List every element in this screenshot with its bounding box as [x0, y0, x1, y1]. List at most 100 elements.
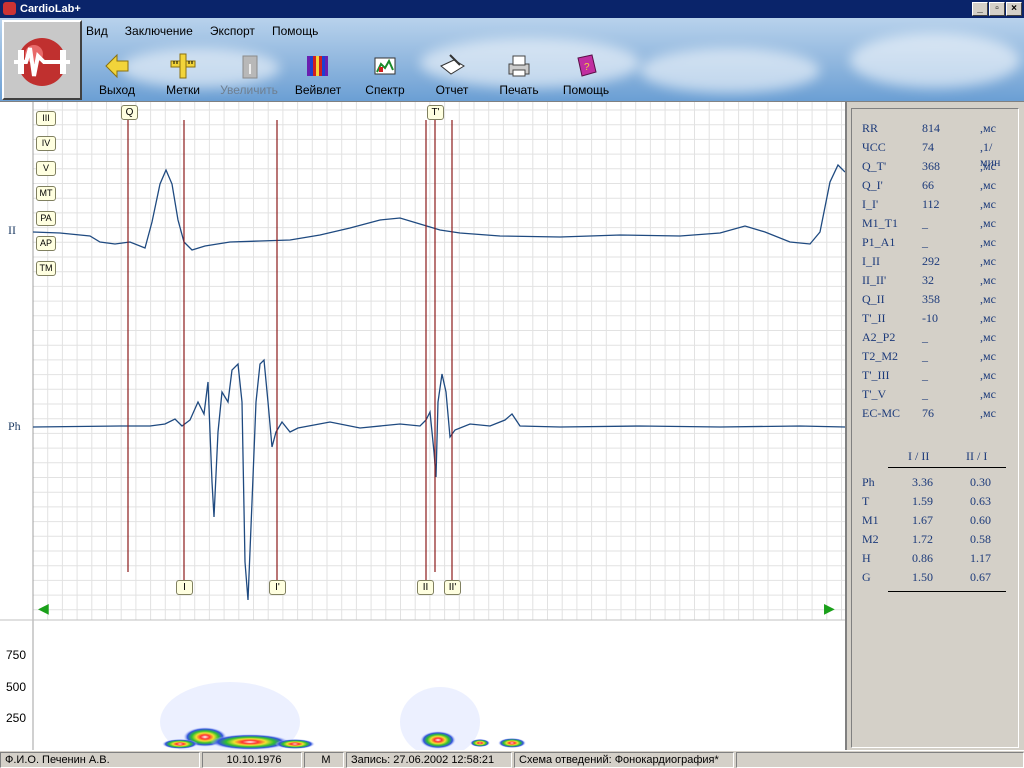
- ratio-top-rule: [888, 467, 1006, 468]
- lead-button-iii[interactable]: III: [36, 111, 56, 126]
- param-name: A2_P2: [862, 330, 896, 344]
- param-name: Q_I': [862, 178, 883, 192]
- param-name: T2_M2: [862, 349, 898, 363]
- param-value: 32: [922, 273, 934, 287]
- wavelet-label: Вейвлет: [294, 83, 342, 97]
- param-name: T'_V: [862, 387, 887, 401]
- param-name: ЧСС: [862, 140, 886, 154]
- marker-q[interactable]: Q: [121, 105, 138, 120]
- report-label: Отчет: [435, 83, 469, 97]
- print-button[interactable]: Печать: [489, 52, 549, 97]
- param-name: Q_II: [862, 292, 885, 306]
- param-unit: ,мс: [980, 406, 996, 420]
- param-value: 358: [922, 292, 940, 306]
- param-name: Q_T': [862, 159, 887, 173]
- help-button[interactable]: ? Помощь: [556, 52, 616, 97]
- phono-trace: [32, 358, 845, 601]
- marker-i-prime[interactable]: I': [269, 580, 286, 595]
- marker-i[interactable]: I: [176, 580, 193, 595]
- minimize-button[interactable]: _: [972, 2, 988, 16]
- param-value: 66: [922, 178, 934, 192]
- param-value: _: [922, 235, 928, 249]
- param-name: II_II': [862, 273, 887, 287]
- ruler-icon: [170, 53, 196, 79]
- param-unit: ,мс: [980, 121, 996, 135]
- param-name: T'_II: [862, 311, 886, 325]
- spectrum-tick-250: 250: [6, 711, 27, 725]
- spectrum-tick-750: 750: [6, 648, 27, 662]
- wavelet-button[interactable]: Вейвлет: [288, 52, 348, 97]
- magnify-icon: [242, 55, 258, 79]
- zoom-button[interactable]: Увеличить: [219, 52, 279, 97]
- help-book-icon: ?: [577, 54, 597, 77]
- status-record: Запись: 27.06.2002 12:58:21: [346, 752, 512, 768]
- menu-view[interactable]: Вид: [86, 24, 108, 38]
- param-value: 368: [922, 159, 940, 173]
- exit-label: Выход: [99, 83, 135, 97]
- param-value: _: [922, 216, 928, 230]
- plot-grid: [32, 102, 845, 620]
- lead-button-tm[interactable]: TM: [36, 261, 56, 276]
- app-icon: [3, 2, 16, 15]
- param-unit: ,мс: [980, 235, 996, 249]
- marker-t-prime[interactable]: T': [427, 105, 444, 120]
- param-unit: ,мс: [980, 330, 996, 344]
- print-label: Печать: [499, 83, 539, 97]
- param-value: _: [922, 330, 928, 344]
- marker-ii[interactable]: II: [417, 580, 434, 595]
- svg-text:?: ?: [584, 62, 590, 73]
- ratio-value-i-ii: 1.72: [912, 532, 933, 546]
- title-bar: CardioLab+ _ ▫ ×: [0, 0, 1024, 18]
- spectrum-label: Спектр: [365, 83, 405, 97]
- param-name: P1_A1: [862, 235, 896, 249]
- param-unit: ,мс: [980, 311, 996, 325]
- lead-button-v[interactable]: V: [36, 161, 56, 176]
- param-value: -10: [922, 311, 938, 325]
- report-button[interactable]: Отчет: [422, 52, 482, 97]
- ratio-name: M1: [862, 513, 879, 527]
- param-unit: ,мс: [980, 292, 996, 306]
- signal-view[interactable]: III IV V MT PA AP TM II Ph Q T' I I' II …: [0, 102, 845, 750]
- lead-label-ecg: II: [8, 223, 16, 237]
- param-value: _: [922, 387, 928, 401]
- param-unit: ,мс: [980, 159, 996, 173]
- param-unit: ,мс: [980, 349, 996, 363]
- menu-conclusion[interactable]: Заключение: [125, 24, 193, 38]
- lead-button-mt[interactable]: MT: [36, 186, 56, 201]
- param-name: T'_III: [862, 368, 890, 382]
- marks-button[interactable]: Метки: [153, 52, 213, 97]
- maximize-button[interactable]: ▫: [989, 2, 1005, 16]
- scroll-right-icon[interactable]: ▶: [824, 600, 835, 617]
- exit-button[interactable]: Выход: [87, 52, 147, 97]
- ratio-name: G: [862, 570, 871, 584]
- param-name: I_I': [862, 197, 879, 211]
- ratio-value-ii-i: 0.58: [970, 532, 991, 546]
- ratio-value-i-ii: 3.36: [912, 475, 933, 489]
- ecg-trace: [32, 163, 845, 251]
- menu-export[interactable]: Экспорт: [210, 24, 255, 38]
- ratio-value-i-ii: 0.86: [912, 551, 933, 565]
- signal-plot[interactable]: [0, 102, 845, 750]
- close-button[interactable]: ×: [1006, 2, 1022, 16]
- ratio-value-i-ii: 1.50: [912, 570, 933, 584]
- lead-button-ap[interactable]: AP: [36, 236, 56, 251]
- status-empty: [736, 752, 1024, 768]
- toolbar-area: Вид Заключение Экспорт Помощь Выход Метк…: [0, 18, 1024, 102]
- param-name: M1_T1: [862, 216, 898, 230]
- param-unit: ,мс: [980, 387, 996, 401]
- spectrum-button[interactable]: Спектр: [355, 52, 415, 97]
- ratio-value-ii-i: 0.63: [970, 494, 991, 508]
- param-value: 76: [922, 406, 934, 420]
- lead-button-iv[interactable]: IV: [36, 136, 56, 151]
- status-scheme: Схема отведений: Фонокардиография*: [514, 752, 734, 768]
- lead-button-pa[interactable]: PA: [36, 211, 56, 226]
- wavelet-icon: [307, 56, 328, 76]
- marker-ii-prime[interactable]: II': [444, 580, 461, 595]
- ratio-value-ii-i: 0.60: [970, 513, 991, 527]
- menu-help[interactable]: Помощь: [272, 24, 318, 38]
- ratio-name: Ph: [862, 475, 875, 489]
- ratio-value-i-ii: 1.59: [912, 494, 933, 508]
- param-unit: ,мс: [980, 368, 996, 382]
- parameters-box: RR 814 ,мс ЧСС 74,1/мин Q_T' 368 ,мс Q_I' 66 ,мс I_…: [851, 108, 1019, 748]
- scroll-left-icon[interactable]: ◀: [38, 600, 49, 617]
